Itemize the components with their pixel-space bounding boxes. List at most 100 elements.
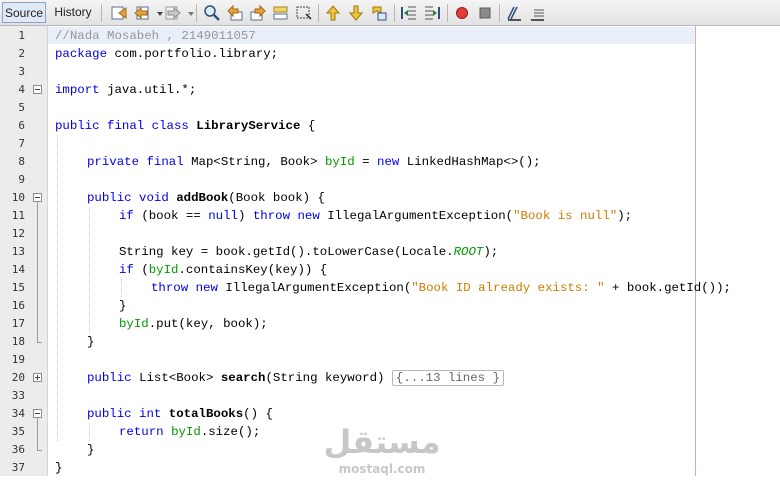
code-line[interactable]: throw new IllegalArgumentException("Book… <box>151 279 731 297</box>
code-token: byId <box>119 317 149 331</box>
collapse-fold-icon[interactable] <box>33 193 42 202</box>
line-number: 16 <box>11 299 25 312</box>
comment-icon[interactable] <box>505 4 523 22</box>
line-number: 2 <box>18 47 25 60</box>
back-icon[interactable] <box>133 4 151 22</box>
toggle-rect-select-icon[interactable] <box>295 4 313 22</box>
code-token: package <box>55 47 115 61</box>
code-token: } <box>55 461 63 475</box>
line-number: 5 <box>18 101 25 114</box>
code-line[interactable]: public List<Book> search(String keyword)… <box>87 369 504 387</box>
line-number: 6 <box>18 119 25 132</box>
tab-source[interactable]: Source <box>2 2 46 23</box>
code-token: byId <box>324 155 355 169</box>
indent-guide <box>57 135 59 441</box>
indent-guide <box>89 423 91 441</box>
mostaql-watermark: مستقل mostaql.com <box>323 423 441 476</box>
code-line[interactable]: package com.portfolio.library; <box>55 45 278 63</box>
code-line[interactable]: } <box>55 459 62 477</box>
code-line[interactable]: } <box>87 333 94 351</box>
code-token: (Book book) { <box>228 191 325 205</box>
shift-right-icon[interactable] <box>423 4 441 22</box>
back-dropdown-icon[interactable] <box>151 4 163 22</box>
code-token: .containsKey(key)) { <box>178 263 328 277</box>
code-line[interactable]: byId.put(key, book); <box>119 315 268 333</box>
code-token: public final class <box>55 119 197 133</box>
code-line[interactable]: } <box>119 297 126 315</box>
code-token: private final <box>87 155 192 169</box>
code-line[interactable]: String key = book.getId().toLowerCase(Lo… <box>119 243 498 261</box>
code-token: return <box>119 425 172 439</box>
line-number: 7 <box>18 137 25 150</box>
code-token: if <box>119 263 142 277</box>
line-number: 9 <box>18 173 25 186</box>
toolbar-separator <box>101 4 102 22</box>
toggle-bookmark-icon[interactable] <box>370 4 388 22</box>
code-token: null <box>208 209 238 223</box>
collapse-fold-icon[interactable] <box>33 85 42 94</box>
code-line[interactable]: //Nada Mosabeh , 2149011057 <box>55 27 256 45</box>
line-number: 10 <box>11 191 25 204</box>
code-token: "Book is null" <box>513 209 618 223</box>
code-token: ROOT <box>453 245 484 259</box>
code-token: .put(key, book); <box>148 317 268 331</box>
fold-range-line <box>37 202 38 342</box>
code-token: throw new <box>151 281 226 295</box>
folded-code-placeholder[interactable]: {...13 lines } <box>391 370 504 386</box>
last-edit-icon[interactable] <box>110 4 128 22</box>
line-number: 15 <box>11 281 25 294</box>
line-number: 33 <box>11 389 25 402</box>
code-line[interactable]: public final class LibraryService { <box>55 117 315 135</box>
toolbar-separator <box>447 4 448 22</box>
line-number: 1 <box>18 29 25 42</box>
forward-icon[interactable] <box>164 4 182 22</box>
code-line[interactable]: if (book == null) throw new IllegalArgum… <box>119 207 632 225</box>
line-number: 8 <box>18 155 25 168</box>
tab-history[interactable]: History <box>50 2 96 23</box>
stop-macro-icon[interactable] <box>476 4 494 22</box>
next-bookmark-icon[interactable] <box>347 4 365 22</box>
code-token: ( <box>141 263 149 277</box>
line-number: 37 <box>11 461 25 474</box>
code-token: { <box>300 119 316 133</box>
code-token: "Book ID already exists: " <box>411 281 605 295</box>
code-token: com.portfolio.library; <box>114 47 279 61</box>
code-line[interactable]: if (byId.containsKey(key)) { <box>119 261 327 279</box>
code-line[interactable]: } <box>87 441 94 459</box>
code-token: throw new <box>252 209 328 223</box>
find-next-icon[interactable] <box>249 4 267 22</box>
find-selection-icon[interactable] <box>203 4 221 22</box>
expand-fold-icon[interactable] <box>33 373 42 382</box>
code-token: public void <box>87 191 177 205</box>
code-token: LinkedHashMap<>(); <box>406 155 541 169</box>
find-previous-icon[interactable] <box>226 4 244 22</box>
code-token: search <box>220 371 266 385</box>
code-token: = <box>354 155 378 169</box>
line-number: 14 <box>11 263 25 276</box>
start-macro-icon[interactable] <box>453 4 471 22</box>
code-line[interactable]: private final Map<String, Book> byId = n… <box>87 153 541 171</box>
code-editor[interactable]: 1 //Nada Mosabeh , 2149011057 2 package com… <box>0 26 780 476</box>
code-line[interactable]: public void addBook(Book book) { <box>87 189 325 207</box>
code-token: //Nada Mosabeh , 2149011057 <box>55 29 256 43</box>
toolbar-separator <box>394 4 395 22</box>
right-margin-line <box>695 26 696 476</box>
forward-dropdown-icon[interactable] <box>182 4 194 22</box>
code-line[interactable]: import java.util.*; <box>55 81 196 99</box>
collapse-fold-icon[interactable] <box>33 409 42 418</box>
code-token: } <box>119 299 127 313</box>
code-line[interactable]: return byId.size(); <box>119 423 260 441</box>
code-token: () { <box>243 407 273 421</box>
code-token: ); <box>617 209 633 223</box>
code-token: addBook <box>176 191 229 205</box>
uncomment-icon[interactable] <box>528 4 546 22</box>
line-number: 36 <box>11 443 25 456</box>
shift-left-icon[interactable] <box>400 4 418 22</box>
previous-bookmark-icon[interactable] <box>324 4 342 22</box>
line-number: 3 <box>18 65 25 78</box>
line-number: 11 <box>11 209 25 222</box>
toggle-highlight-icon[interactable] <box>272 4 290 22</box>
indent-guide <box>121 279 123 297</box>
code-token: java.util.*; <box>107 83 197 97</box>
code-line[interactable]: public int totalBooks() { <box>87 405 273 423</box>
